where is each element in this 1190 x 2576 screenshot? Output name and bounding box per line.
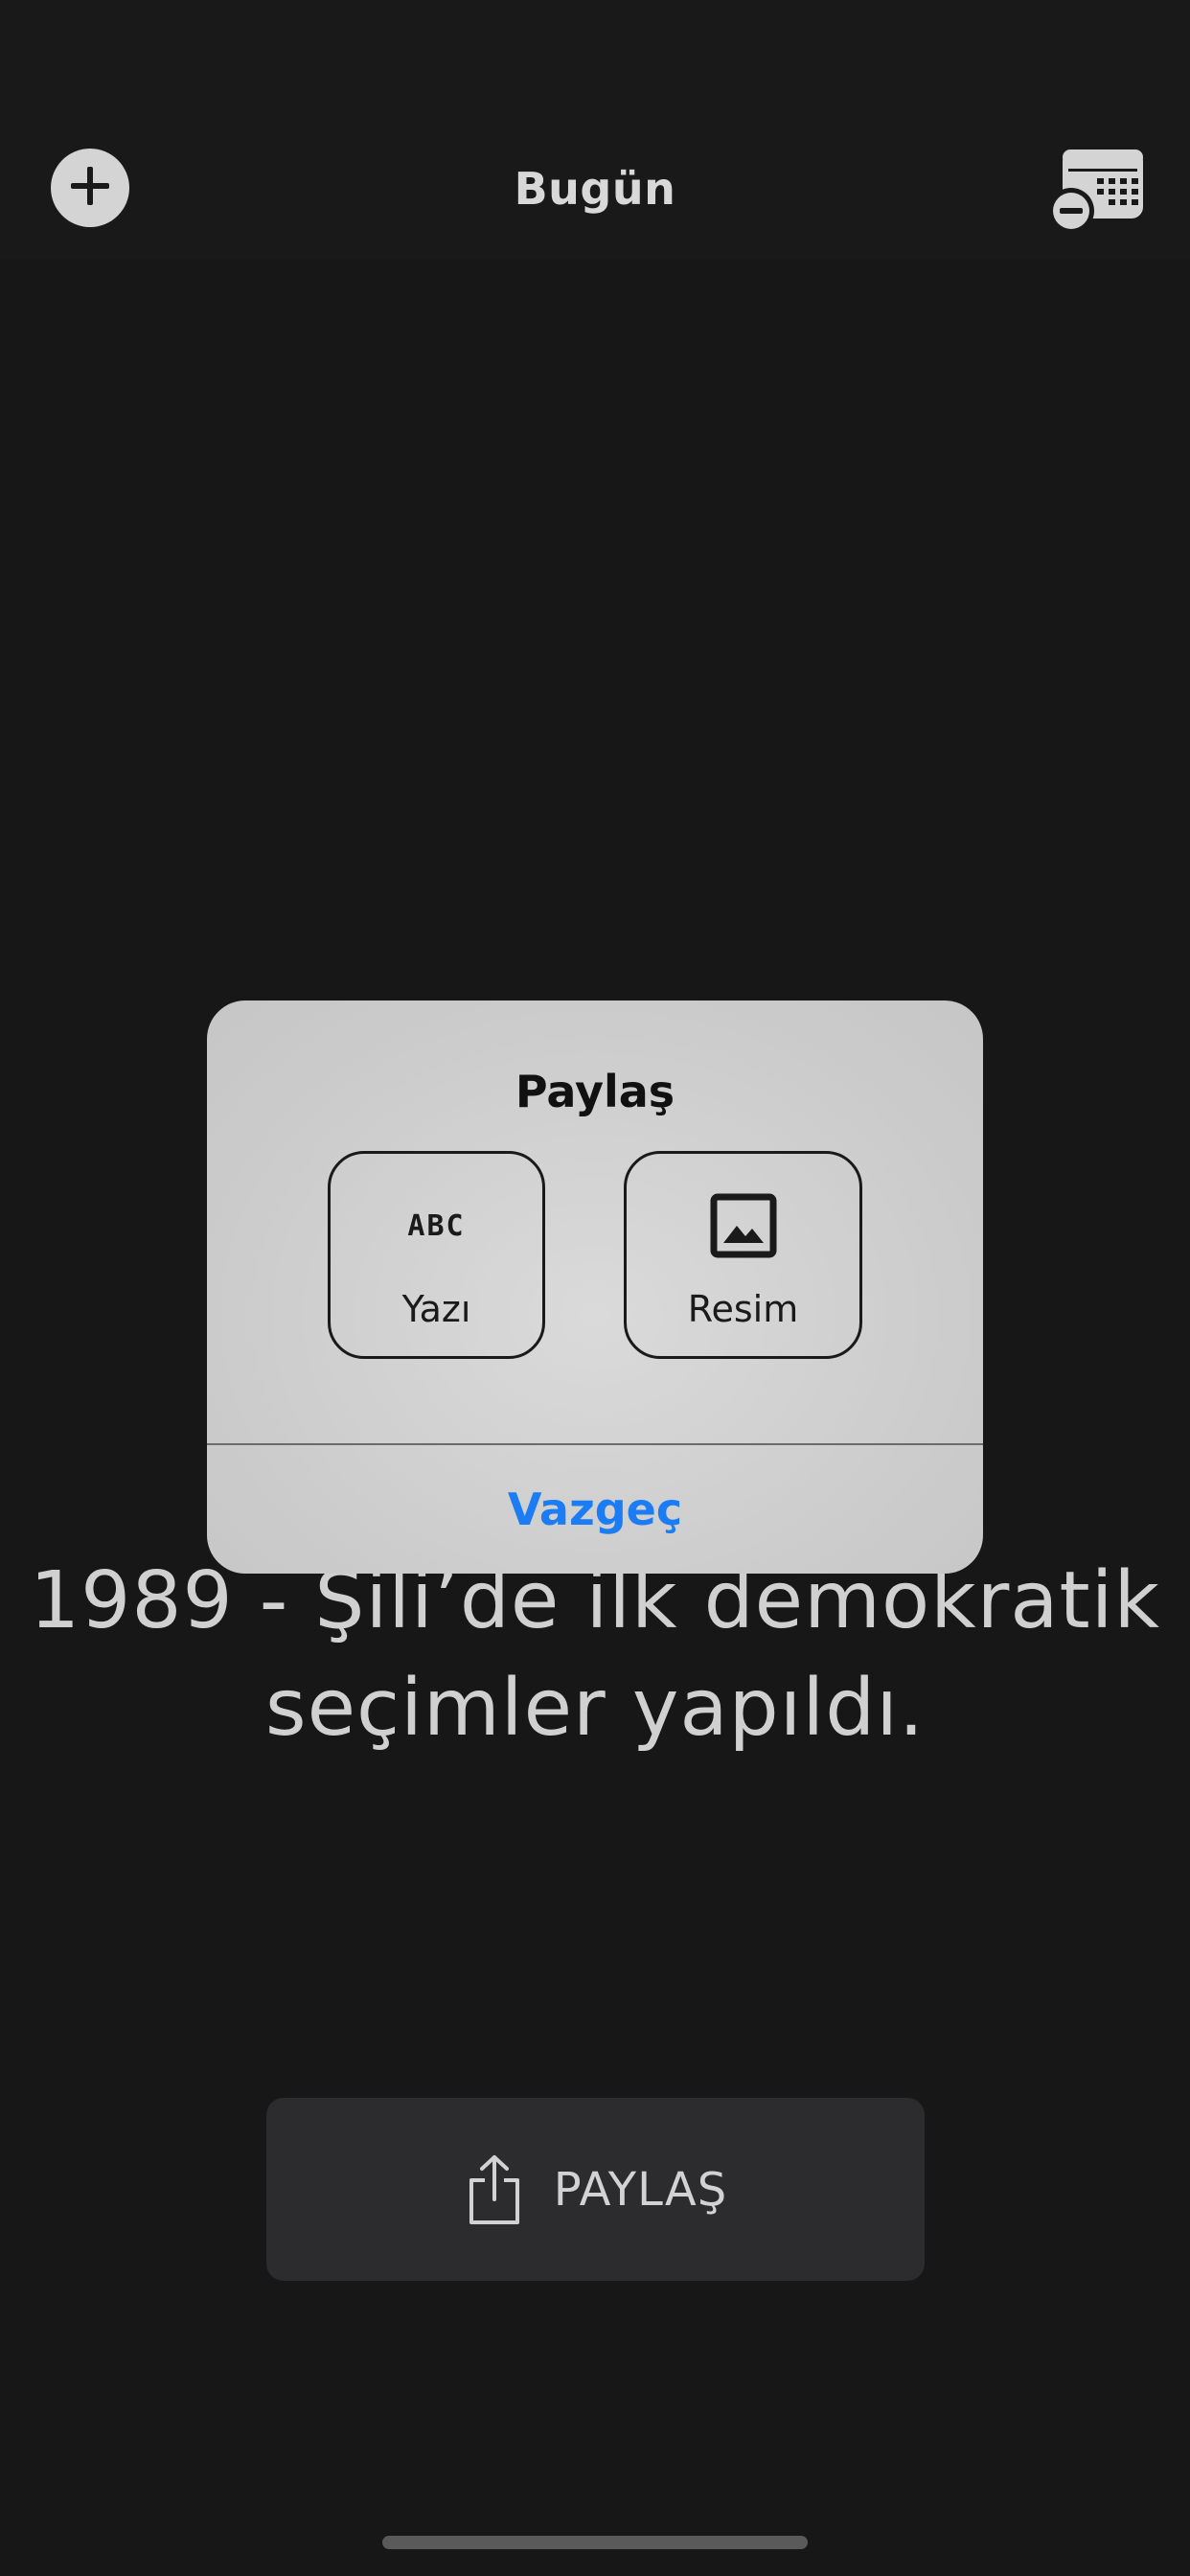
calendar-button[interactable] [1047, 144, 1148, 240]
header: Bugün [0, 0, 1190, 259]
page-title: Bugün [514, 163, 676, 215]
calendar-minus-icon [1047, 150, 1148, 243]
share-button[interactable]: PAYLAŞ [266, 2098, 925, 2281]
share-icon [464, 2152, 525, 2227]
home-indicator[interactable] [382, 2536, 808, 2549]
image-icon [627, 1192, 859, 1259]
share-as-text-label: Yazı [401, 1288, 471, 1330]
share-as-text-button[interactable]: ABC Yazı [328, 1151, 545, 1359]
share-button-label: PAYLAŞ [553, 2162, 728, 2217]
share-as-image-label: Resim [687, 1288, 799, 1330]
app-screen: Bugün 1989 - Şili’de ilk demokratik seçi… [0, 0, 1190, 2576]
dialog-title: Paylaş [515, 1066, 675, 1117]
abc-text-icon: ABC [407, 1208, 466, 1243]
event-line-2: seçimler yapıldı. [264, 1663, 926, 1754]
cancel-button[interactable]: Vazgeç [207, 1445, 983, 1574]
share-dialog: Paylaş ABC Yazı Resim Vazgeç [207, 1000, 983, 1574]
share-as-image-button[interactable]: Resim [624, 1151, 862, 1359]
event-description: 1989 - Şili’de ilk demokratik seçimler y… [0, 1548, 1190, 1762]
